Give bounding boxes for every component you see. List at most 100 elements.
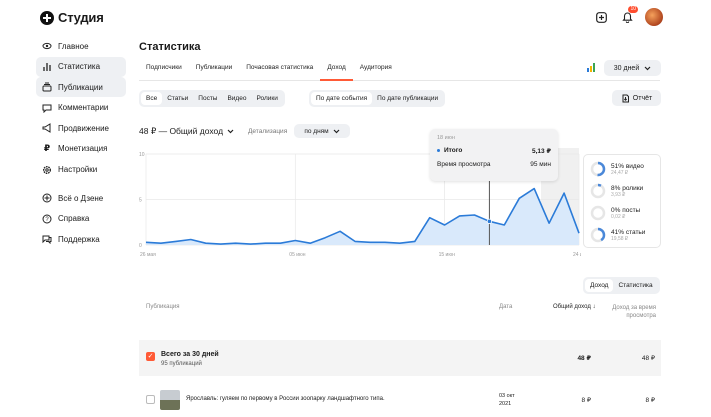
breakdown-pct: 8% ролики [611,184,644,192]
income-total-select[interactable]: 48 ₽ — Общий доход [139,126,234,137]
sidebar-item-label: Поддержка [58,234,100,244]
logo[interactable]: Студия [40,10,104,25]
col-header-time-income[interactable]: Доход за время просмотра [606,304,656,320]
detail-label: Детализация [248,128,288,135]
content-type-filter: Все Статьи Посты Видео Ролики [139,90,285,107]
sidebar-item-label: Продвижение [58,123,109,133]
sidebar-item-comments[interactable]: Комментарии [36,98,126,118]
breakdown-amount: 24,47 ₽ [611,169,629,176]
tab-audience[interactable]: Аудитория [353,61,399,81]
detail-select[interactable]: по дням [294,124,350,138]
publications-icon [42,82,52,92]
date-mode-filter: По дате события По дате публикации [309,90,446,107]
zen-logo-icon [40,10,54,25]
tooltip-total-row: Итого 5,13 ₽ [437,147,551,155]
bell-icon [621,11,633,23]
x-tick-label: 24 июн [573,252,581,258]
notifications-button[interactable]: 10 [619,6,638,25]
sort-desc-icon: ↓ [592,304,596,310]
hover-point [486,218,493,224]
filter-all[interactable]: Все [141,92,163,105]
table-row[interactable]: Ярославль: гуляем по первому в России зо… [139,387,661,413]
x-tick-label: 05 июн [289,252,305,258]
breakdown-amount: 19,58 ₽ [611,235,629,242]
avatar[interactable] [645,8,663,26]
tab-publications[interactable]: Публикации [189,61,239,81]
select-all-checkbox[interactable]: ✓ [146,352,155,361]
logo-text: Студия [58,10,104,25]
report-button[interactable]: Отчёт [612,90,661,106]
sidebar-item-stats[interactable]: Статистика [36,56,126,77]
filter-shorts[interactable]: Ролики [251,92,282,105]
sidebar-item-main[interactable]: Главное [36,36,126,56]
filter-articles[interactable]: Статьи [162,92,193,105]
filter-by-publication-date[interactable]: По дате публикации [372,92,443,105]
publication-income: 8 ₽ [581,397,591,404]
stats-tabs: Подписчики Публикации Почасовая статисти… [139,61,660,81]
tooltip-total-value: 5,13 ₽ [532,148,551,155]
tab-table-stats[interactable]: Статистика [613,279,657,292]
comment-icon [42,103,52,113]
y-tick-label: 0 [139,243,142,249]
filter-video[interactable]: Видео [222,92,251,105]
total-title: Всего за 30 дней [161,351,219,358]
tab-subscribers[interactable]: Подписчики [139,61,189,81]
plus-square-icon [595,11,607,23]
gear-icon [42,165,52,175]
income-breakdown: 51% видео 24,47 ₽ 8% ролики 3,93 ₽ 0% пост… [583,154,661,248]
chat-icon [42,234,52,245]
publication-title[interactable]: Ярославль: гуляем по первому в России зо… [186,396,385,402]
tooltip-time-value: 95 мин [530,161,551,168]
donut-track [590,183,606,199]
top-actions: 10 [593,6,663,26]
sidebar-item-promotion[interactable]: Продвижение [36,118,126,138]
tab-income[interactable]: Доход [320,61,353,81]
period-value: 30 дней [613,64,640,72]
breakdown-item[interactable]: 0% посты 0,02 ₽ [590,202,654,224]
chart-tooltip: 18 июн Итого 5,13 ₽ Время просмотра 95 м… [430,129,558,181]
total-sub: 95 публикаций [161,361,202,367]
tab-hourly[interactable]: Почасовая статистика [239,61,320,81]
sidebar-item-publications[interactable]: Публикации [36,77,126,98]
table-total-row: ✓ Всего за 30 дней 95 публикаций 48 ₽ 48… [139,340,661,376]
col-header-date[interactable]: Дата [499,304,512,310]
sidebar-item-help[interactable]: ? Справка [36,209,126,229]
breakdown-item[interactable]: 8% ролики 3,93 ₽ [590,180,654,202]
donut-chart-posts [590,205,606,221]
publication-date: 03 окт 2021 [499,393,515,407]
sidebar-item-about-zen[interactable]: Всё о Дзене [36,188,126,208]
detail-value: по дням [304,127,329,135]
table-mode-tabs: Доход Статистика [583,277,660,294]
breakdown-pct: 51% видео [611,162,644,170]
sidebar-item-label: Статистика [58,62,101,72]
sidebar-item-settings[interactable]: Настройки [36,160,126,180]
donut-chart-articles [590,227,606,243]
income-area [146,188,579,245]
row-checkbox[interactable] [146,395,155,404]
sidebar-item-label: Справка [58,214,90,224]
sidebar-item-monetization[interactable]: ₽ Монетизация [36,139,126,159]
breakdown-item[interactable]: 41% статьи 19,58 ₽ [590,224,654,246]
tooltip-total-label: Итого [444,147,463,154]
period-select[interactable]: 30 дней [604,60,661,76]
add-publication-button[interactable] [593,9,609,25]
filter-posts[interactable]: Посты [193,92,222,105]
report-icon [622,94,629,102]
total-time-income: 48 ₽ [641,355,655,362]
breakdown-amount: 3,93 ₽ [611,191,626,198]
zen-icon [42,193,52,203]
sidebar-item-label: Публикации [58,82,103,92]
col-header-publication[interactable]: Публикация [146,304,180,310]
sidebar-item-support[interactable]: Поддержка [36,229,126,249]
report-label: Отчёт [632,94,653,102]
publication-time-income: 8 ₽ [645,397,655,404]
breakdown-item[interactable]: 51% видео 24,47 ₽ [590,158,654,180]
notification-badge: 10 [628,6,638,13]
y-tick-label: 5 [139,198,142,204]
stats-icon [42,62,52,72]
filter-by-event-date[interactable]: По дате события [311,92,373,105]
tab-table-income[interactable]: Доход [585,279,614,292]
donut-track [590,205,606,221]
breakdown-amount: 0,02 ₽ [611,213,626,220]
col-header-income[interactable]: Общий доход ↓ [553,304,596,310]
